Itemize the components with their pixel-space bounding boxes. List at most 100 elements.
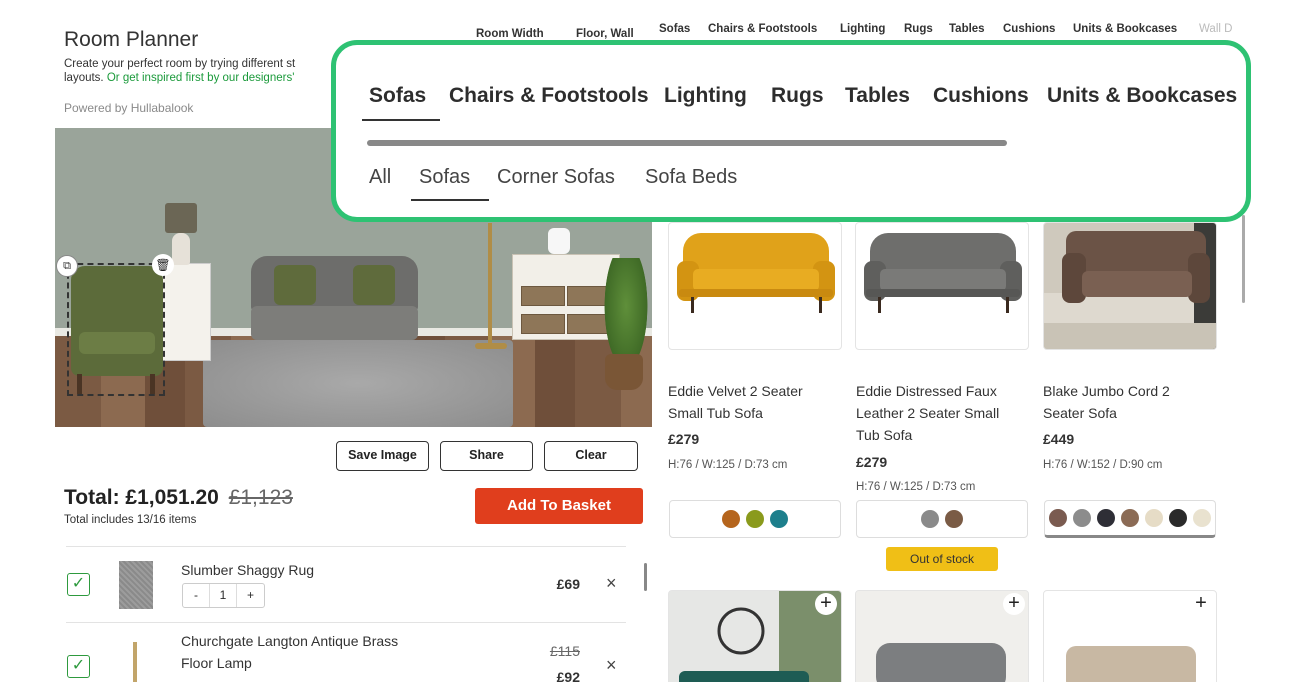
share-button[interactable]: Share: [440, 441, 533, 471]
subtab-sofa-beds[interactable]: Sofa Beds: [645, 166, 737, 189]
callout-tab-rugs[interactable]: Rugs: [771, 84, 824, 108]
quantity-stepper: - 1 +: [182, 583, 265, 608]
product-name-line: Tub Sofa: [856, 427, 913, 443]
category-scrollbar[interactable]: [367, 140, 1007, 146]
item-old-price: £115: [549, 643, 580, 659]
total-note: Total includes 13/16 items: [64, 514, 197, 526]
item-thumbnail: [133, 642, 137, 682]
total-price: Total: £1,051.20 £1,123: [64, 486, 293, 510]
add-to-basket-button[interactable]: Add To Basket: [475, 488, 643, 524]
qty-value: 1: [210, 584, 237, 607]
intro-text: Create your perfect room by trying diffe…: [64, 57, 344, 85]
room-floor-lamp-base: [475, 343, 507, 349]
save-image-button[interactable]: Save Image: [336, 441, 429, 471]
subtab-sofas[interactable]: Sofas: [419, 166, 470, 189]
room-sofa-base: [251, 306, 418, 340]
tab-sofas[interactable]: Sofas: [659, 23, 690, 35]
remove-item-icon[interactable]: ×: [606, 655, 617, 676]
product-dimensions: H:76 / W:125 / D:73 cm: [856, 481, 976, 493]
product-image[interactable]: [668, 222, 842, 350]
room-cushion[interactable]: [353, 265, 395, 305]
add-product-icon[interactable]: +: [815, 593, 837, 615]
product-name[interactable]: Eddie Distressed Faux Leather 2 Seater S…: [856, 380, 1026, 446]
tab-chairs[interactable]: Chairs & Footstools: [708, 23, 817, 35]
total-amount: Total: £1,051.20: [64, 486, 219, 509]
color-swatch[interactable]: [1097, 509, 1115, 527]
product-name[interactable]: Eddie Velvet 2 Seater Small Tub Sofa: [668, 380, 838, 424]
room-vase[interactable]: [548, 228, 570, 254]
room-plant-pot: [605, 354, 643, 390]
qty-decrease-button[interactable]: -: [183, 584, 210, 607]
product-image[interactable]: [855, 222, 1029, 350]
active-tab-indicator: [362, 119, 440, 121]
room-cushion[interactable]: [274, 265, 316, 305]
color-swatch[interactable]: [746, 510, 764, 528]
add-product-icon[interactable]: +: [1003, 593, 1025, 615]
color-swatch[interactable]: [1193, 509, 1211, 527]
inspiration-link[interactable]: Or get inspired first by our designers': [107, 72, 295, 84]
tab-floor-wall[interactable]: Floor, Wall: [576, 28, 634, 40]
color-swatch[interactable]: [1169, 509, 1187, 527]
callout-tab-sofas[interactable]: Sofas: [369, 84, 426, 108]
total-was-price: £1,123: [228, 486, 293, 509]
tab-wall-decor[interactable]: Wall D: [1199, 23, 1232, 35]
active-subtab-indicator: [411, 199, 489, 201]
room-rug[interactable]: [203, 340, 513, 427]
color-swatch[interactable]: [921, 510, 939, 528]
intro-text-main: Create your perfect room by trying diffe…: [64, 58, 296, 70]
list-divider: [66, 546, 626, 547]
qty-increase-button[interactable]: +: [237, 584, 264, 607]
color-swatch[interactable]: [945, 510, 963, 528]
delete-icon[interactable]: 🗑: [152, 254, 174, 276]
color-swatches: [856, 500, 1028, 538]
item-checkbox[interactable]: ✓: [67, 573, 90, 596]
room-basket: [521, 286, 565, 306]
product-image[interactable]: [1043, 222, 1217, 350]
tab-lighting[interactable]: Lighting: [840, 23, 885, 35]
color-swatch[interactable]: [1049, 509, 1067, 527]
duplicate-icon[interactable]: ⧉: [56, 255, 78, 277]
product-dimensions: H:76 / W:152 / D:90 cm: [1043, 459, 1163, 471]
tab-rugs[interactable]: Rugs: [904, 23, 933, 35]
callout-tab-chairs[interactable]: Chairs & Footstools: [449, 84, 649, 108]
callout-tab-lighting[interactable]: Lighting: [664, 84, 747, 108]
tab-cushions[interactable]: Cushions: [1003, 23, 1055, 35]
room-floor-lamp[interactable]: [488, 223, 492, 348]
remove-item-icon[interactable]: ×: [606, 573, 617, 594]
product-name-line: Blake Jumbo Cord 2: [1043, 383, 1170, 399]
tab-units[interactable]: Units & Bookcases: [1073, 23, 1177, 35]
color-swatch[interactable]: [1073, 509, 1091, 527]
clear-button[interactable]: Clear: [544, 441, 638, 471]
subtab-corner-sofas[interactable]: Corner Sofas: [497, 166, 615, 189]
catalog-scrollbar[interactable]: [1242, 215, 1245, 303]
item-thumbnail: [119, 561, 153, 609]
callout-tab-cushions[interactable]: Cushions: [933, 84, 1029, 108]
callout-tab-units[interactable]: Units & Bookcases: [1047, 84, 1237, 108]
room-table-lamp[interactable]: [165, 203, 197, 233]
color-swatches: [669, 500, 841, 538]
room-table-lamp-base: [172, 233, 190, 265]
product-name[interactable]: Blake Jumbo Cord 2 Seater Sofa: [1043, 380, 1213, 424]
color-swatch[interactable]: [1121, 509, 1139, 527]
color-swatch[interactable]: [770, 510, 788, 528]
room-nightstand[interactable]: [159, 263, 211, 361]
color-swatch[interactable]: [722, 510, 740, 528]
callout-tab-tables[interactable]: Tables: [845, 84, 910, 108]
tab-tables[interactable]: Tables: [949, 23, 985, 35]
product-price: £279: [668, 431, 700, 447]
color-swatches: [1044, 500, 1216, 538]
item-checkbox[interactable]: ✓: [67, 655, 90, 678]
room-basket: [521, 314, 565, 334]
product-dimensions: H:76 / W:125 / D:73 cm: [668, 459, 788, 471]
list-divider: [66, 622, 626, 623]
add-product-icon[interactable]: +: [1190, 593, 1212, 615]
yellow-sofa-image: [677, 233, 835, 313]
product-name-line: Small Tub Sofa: [668, 405, 763, 421]
tab-room-width[interactable]: Room Width: [476, 28, 544, 40]
brown-cord-sofa-image: [1044, 223, 1216, 349]
list-scrollbar[interactable]: [644, 563, 647, 591]
color-swatch[interactable]: [1145, 509, 1163, 527]
product-name-line: Eddie Velvet 2 Seater: [668, 383, 803, 399]
subtab-all[interactable]: All: [369, 166, 391, 189]
item-name-line2: Floor Lamp: [181, 655, 252, 671]
